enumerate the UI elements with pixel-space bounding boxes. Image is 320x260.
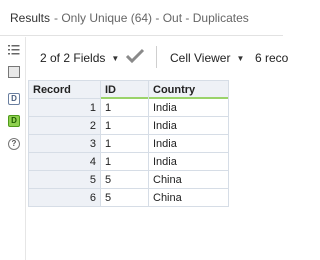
id-cell[interactable]: 5: [100, 170, 149, 189]
id-cell[interactable]: 5: [100, 188, 149, 207]
table-row[interactable]: 6 5 China: [28, 188, 229, 207]
country-cell[interactable]: India: [148, 116, 229, 135]
country-cell[interactable]: India: [148, 134, 229, 153]
record-number: 4: [28, 152, 101, 171]
table-row[interactable]: 1 1 India: [28, 98, 229, 117]
results-toolbar: 2 of 2 Fields ▼ Cell Viewer ▼ 6 reco: [27, 37, 288, 77]
country-cell[interactable]: China: [148, 188, 229, 207]
fields-label: 2 of 2 Fields: [40, 51, 106, 65]
country-cell[interactable]: India: [148, 98, 229, 117]
help-icon[interactable]: ?: [8, 138, 20, 150]
cell-viewer-label: Cell Viewer: [170, 51, 231, 65]
table-row[interactable]: 5 5 China: [28, 170, 229, 189]
chevron-down-icon: ▼: [236, 54, 245, 63]
id-cell[interactable]: 1: [100, 134, 149, 153]
record-number: 1: [28, 98, 101, 117]
id-cell[interactable]: 1: [100, 98, 149, 117]
fields-dropdown[interactable]: 2 of 2 Fields ▼: [40, 51, 119, 65]
data-icon[interactable]: D: [8, 115, 20, 127]
id-cell[interactable]: 1: [100, 116, 149, 135]
country-cell[interactable]: China: [148, 170, 229, 189]
checkmark-icon[interactable]: [125, 48, 145, 64]
record-number: 3: [28, 134, 101, 153]
record-number: 6: [28, 188, 101, 207]
id-cell[interactable]: 1: [100, 152, 149, 171]
table-icon[interactable]: [8, 66, 20, 78]
toolbar-divider: [156, 46, 157, 68]
country-cell[interactable]: India: [148, 152, 229, 171]
list-icon[interactable]: [8, 44, 20, 56]
record-number: 2: [28, 116, 101, 135]
results-header: Results - Only Unique (64) - Out - Duplic…: [0, 0, 283, 36]
column-header-country[interactable]: Country: [148, 80, 229, 100]
document-icon[interactable]: D: [8, 93, 20, 105]
column-header-id[interactable]: ID: [100, 80, 149, 100]
table-row[interactable]: 4 1 India: [28, 152, 229, 171]
cell-viewer-dropdown[interactable]: Cell Viewer ▼: [170, 51, 244, 65]
results-grid: Record ID Country 1 1 India 2 1 India 3 …: [28, 80, 229, 207]
chevron-down-icon: ▼: [111, 54, 120, 63]
table-row[interactable]: 2 1 India: [28, 116, 229, 135]
table-row[interactable]: 3 1 India: [28, 134, 229, 153]
results-subtitle: - Only Unique (64) - Out - Duplicates: [54, 11, 249, 25]
column-header-record[interactable]: Record: [28, 80, 101, 99]
side-rail: D D ?: [0, 37, 26, 260]
record-number: 5: [28, 170, 101, 189]
records-count: 6 reco: [255, 51, 289, 65]
results-title: Results - Only Unique (64) - Out - Duplic…: [10, 11, 249, 25]
